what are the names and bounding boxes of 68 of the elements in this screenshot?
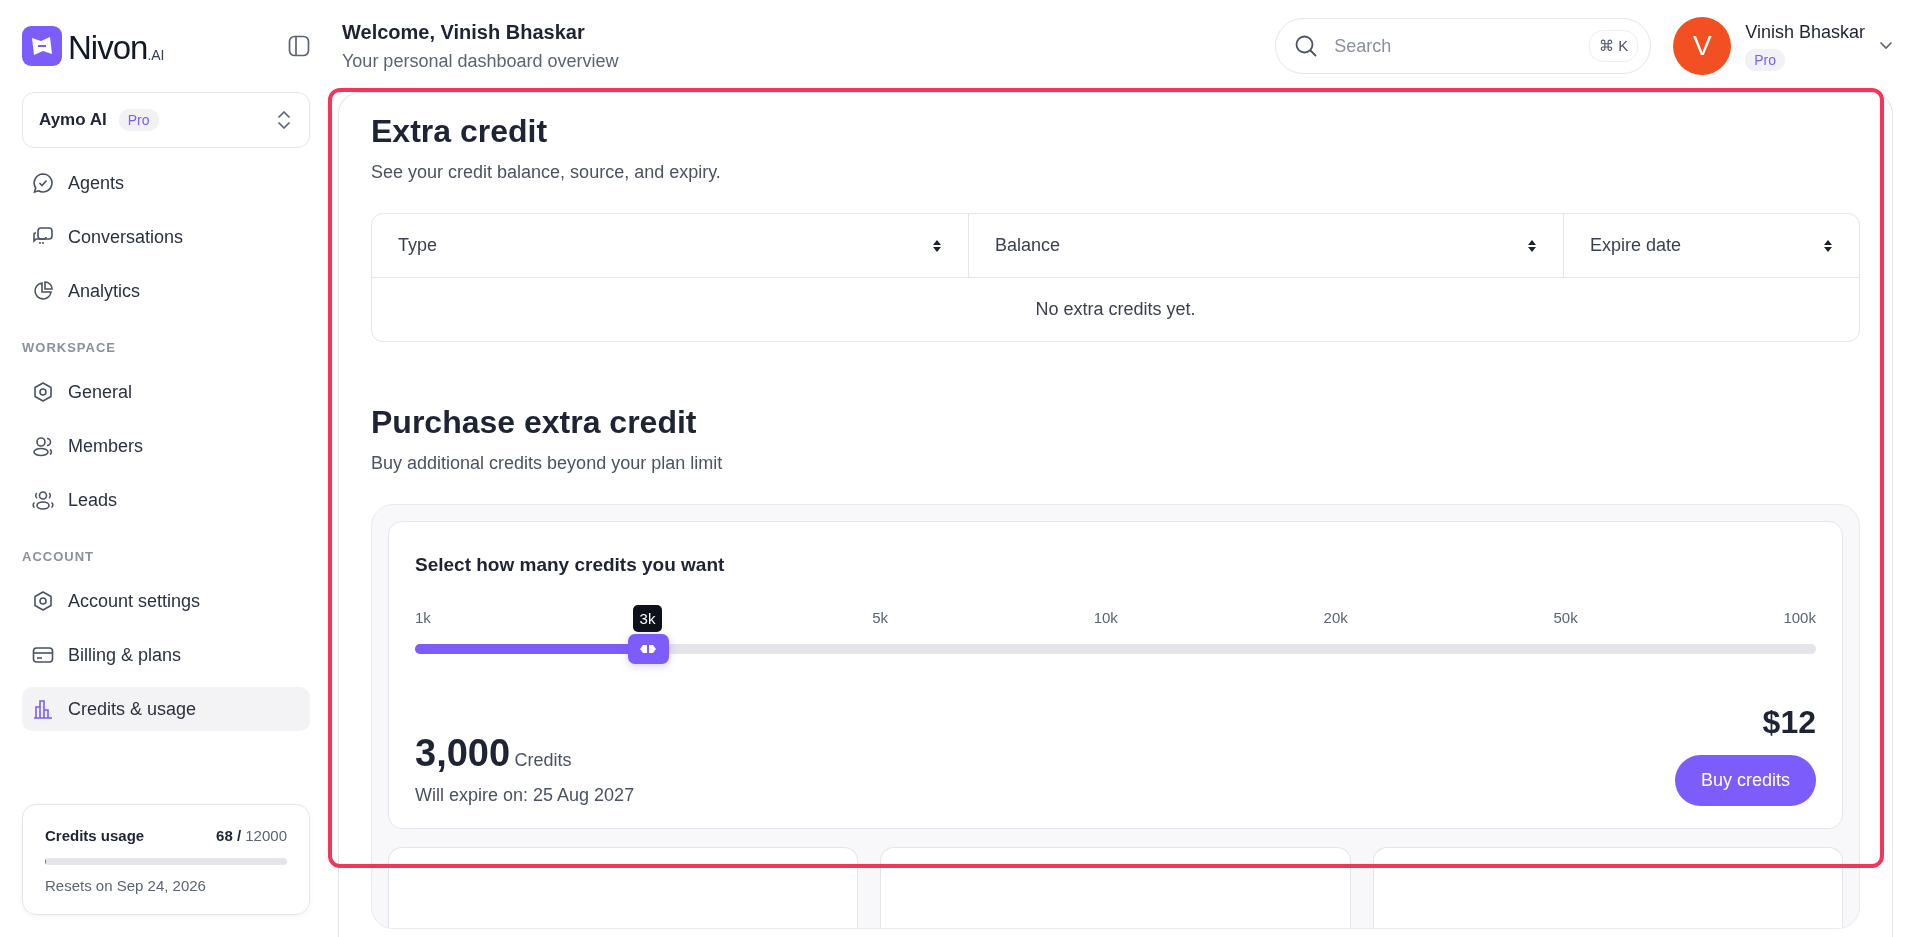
section-title: Purchase extra credit	[371, 404, 698, 441]
section-subtitle: See your credit balance, source, and expiry.	[371, 162, 722, 183]
credit-amount: 3,000	[415, 732, 511, 774]
section-title: Extra credit	[371, 113, 549, 150]
sidebar-item[interactable]: Agents	[22, 161, 310, 205]
brand-suffix: .AI	[147, 47, 165, 63]
sidebar-item[interactable]: Members	[22, 424, 310, 468]
brand-name: Nivon	[68, 30, 148, 66]
shortcut-hint: ⌘ K	[1589, 30, 1639, 62]
slider-label: Select how many credits you want	[415, 554, 726, 576]
buy-button[interactable]: Buy credits	[1674, 755, 1816, 806]
sidebar-item[interactable]: Billing & plans	[22, 633, 310, 677]
user-group-icon	[32, 489, 54, 511]
sidebar-item[interactable]: Conversations	[22, 215, 310, 259]
tick-label: 1k	[415, 609, 431, 626]
sidebar-item[interactable]: General	[22, 370, 310, 414]
sidebar-item[interactable]: Credits & usage	[22, 687, 310, 731]
value-tooltip: 3k	[632, 605, 663, 632]
sidebar-item[interactable]: Analytics	[22, 269, 310, 313]
workspace-switcher[interactable]: Aymo AI Pro	[22, 92, 310, 148]
package-card[interactable]	[1372, 847, 1843, 928]
usage-limit: 12000	[245, 827, 287, 844]
section-subtitle: Buy additional credits beyond your plan limit	[371, 453, 724, 474]
pie-chart-icon	[32, 280, 54, 302]
settings-icon	[32, 381, 54, 403]
bar-chart-icon	[32, 698, 54, 720]
usage-title: Credits usage	[45, 827, 145, 844]
slider-track[interactable]	[415, 634, 1816, 664]
price: $12	[1762, 704, 1816, 741]
sort-icon	[932, 238, 942, 253]
tick-label: 10k	[1093, 609, 1118, 626]
usage-reset-note: Resets on Sep 24, 2026	[45, 877, 207, 894]
credit-unit: Credits	[514, 750, 572, 770]
column-header[interactable]: Expire date	[1563, 214, 1859, 277]
plan-badge: Pro	[1745, 48, 1786, 71]
section-heading: ACCOUNT	[22, 549, 95, 564]
plan-badge: Pro	[118, 109, 159, 131]
expiry-note: Will expire on: 25 Aug 2027	[415, 785, 635, 806]
usage-used: 68 /	[216, 827, 242, 844]
user-name: Vinish Bhaskar	[1745, 21, 1865, 43]
column-header[interactable]: Type	[372, 214, 968, 277]
sort-icon	[1527, 238, 1537, 253]
tick-label: 20k	[1323, 609, 1348, 626]
column-header[interactable]: Balance	[968, 214, 1563, 277]
package-card[interactable]	[880, 847, 1351, 928]
slider-thumb[interactable]	[627, 634, 669, 664]
section-heading: WORKSPACE	[22, 340, 117, 355]
sidebar-item[interactable]: Leads	[22, 478, 310, 522]
tick-label: 100k	[1783, 609, 1816, 626]
credit-card-icon	[32, 644, 54, 666]
package-card[interactable]	[388, 847, 859, 928]
search-input[interactable]: Search	[1332, 34, 1576, 58]
sidebar-toggle-icon[interactable]	[288, 35, 310, 57]
welcome-title: Welcome, Vinish Bhaskar	[342, 20, 586, 44]
empty-message: No extra credits yet.	[1034, 298, 1197, 321]
tick-label: 5k	[872, 609, 888, 626]
welcome-subtitle: Your personal dashboard overview	[342, 50, 620, 72]
sort-icon	[1823, 238, 1833, 253]
users-icon	[32, 435, 54, 457]
sidebar-item[interactable]: Account settings	[22, 579, 310, 623]
chat-check-icon	[32, 172, 54, 194]
avatar[interactable]: V	[1673, 17, 1732, 75]
tick-label: 50k	[1553, 609, 1578, 626]
chevron-down-icon[interactable]	[1879, 41, 1893, 51]
settings-icon	[32, 590, 54, 612]
search-icon	[1294, 34, 1319, 58]
logo-icon	[22, 26, 62, 66]
chevron-up-down-icon	[277, 110, 291, 130]
